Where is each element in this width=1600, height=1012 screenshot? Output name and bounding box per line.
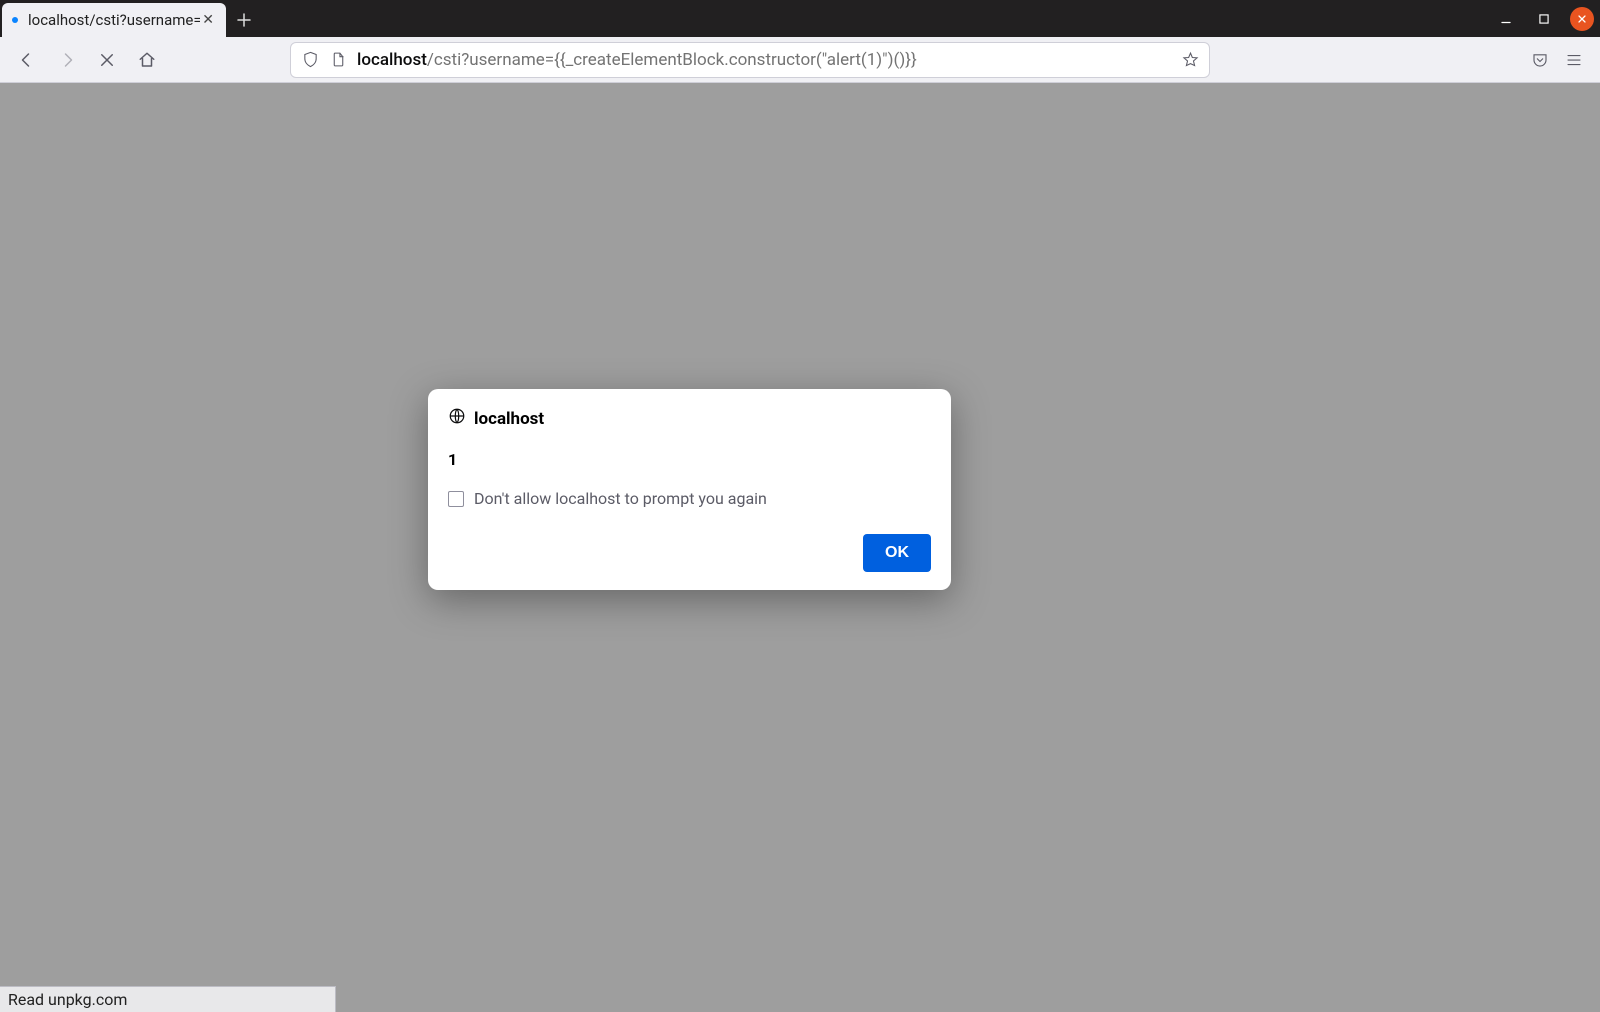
window-controls [1494,0,1594,37]
site-identity-icon[interactable] [329,51,347,69]
window-minimize-button[interactable] [1494,7,1518,31]
dialog-header: localhost [448,407,931,430]
forward-button[interactable] [50,43,84,77]
url-path: /csti?username={{_createElementBlock.con… [427,50,917,70]
save-to-pocket-icon[interactable] [1530,50,1550,70]
dialog-suppress-checkbox[interactable] [448,491,464,507]
dialog-actions: OK [448,534,931,572]
url-text: localhost/csti?username={{_createElement… [357,50,1171,70]
browser-tab[interactable]: localhost/csti?username= ✕ [2,3,226,37]
status-bar: Read unpkg.com [0,986,336,1012]
new-tab-button[interactable] [226,3,262,37]
tracking-protection-icon[interactable] [301,51,319,69]
dialog-ok-button[interactable]: OK [863,534,931,572]
dialog-suppress-label: Don't allow localhost to prompt you agai… [474,489,767,508]
tab-title: localhost/csti?username= [28,11,200,29]
dialog-origin: localhost [474,409,544,429]
dialog-suppress-row[interactable]: Don't allow localhost to prompt you agai… [448,489,931,508]
javascript-alert-dialog: localhost 1 Don't allow localhost to pro… [428,389,951,590]
window-maximize-button[interactable] [1532,7,1556,31]
stop-reload-button[interactable] [90,43,124,77]
window-close-button[interactable] [1570,7,1594,31]
globe-icon [448,407,466,430]
tab-close-button[interactable]: ✕ [200,12,216,28]
navigation-toolbar: localhost/csti?username={{_createElement… [0,37,1600,83]
application-menu-icon[interactable] [1564,50,1584,70]
loading-indicator-icon [12,17,18,23]
bookmark-star-icon[interactable] [1181,51,1199,69]
tab-strip: localhost/csti?username= ✕ [0,0,1600,37]
back-button[interactable] [10,43,44,77]
url-bar[interactable]: localhost/csti?username={{_createElement… [290,42,1210,78]
toolbar-right [1530,50,1590,70]
home-button[interactable] [130,43,164,77]
dialog-message: 1 [448,450,931,469]
page-viewport: localhost 1 Don't allow localhost to pro… [0,83,1600,1012]
url-host: localhost [357,50,427,70]
status-text: Read unpkg.com [8,990,127,1009]
